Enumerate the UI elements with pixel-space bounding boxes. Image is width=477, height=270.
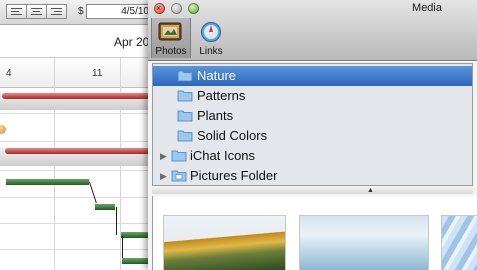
links-tab-button[interactable]: Links: [196, 18, 226, 58]
compass-icon: [201, 22, 221, 42]
source-list: Nature Patterns Plants Solid Colors ▶ iC…: [152, 63, 473, 186]
photos-tab-label: Photos: [155, 46, 187, 57]
source-item-label: Solid Colors: [197, 128, 268, 143]
source-item-nature[interactable]: Nature: [153, 66, 472, 86]
summary-task-bar[interactable]: [2, 93, 150, 99]
align-center-button[interactable]: [26, 4, 47, 19]
currency-symbol: $: [78, 6, 84, 17]
disclosure-triangle-icon[interactable]: ▶: [160, 166, 167, 186]
source-item-label: Nature: [197, 68, 237, 83]
window-titlebar[interactable]: × Media Photos Links: [148, 0, 477, 61]
thumbnail-browser: [152, 196, 477, 270]
summary-task-bar[interactable]: [5, 148, 150, 154]
task-bar[interactable]: [6, 179, 89, 185]
pagoda-photo-thumbnail[interactable]: [164, 216, 285, 270]
ice-photo-thumbnail[interactable]: [442, 216, 477, 270]
source-item-solid-colors[interactable]: Solid Colors: [153, 126, 472, 146]
splitter-grip-icon: ▲: [367, 187, 374, 194]
pane-splitter[interactable]: ▲: [152, 187, 473, 194]
row-divider: [0, 223, 150, 224]
source-item-label: Patterns: [197, 88, 246, 103]
source-item-label: iChat Icons: [190, 148, 256, 163]
day-label: 4: [6, 68, 12, 79]
photos-icon: [158, 22, 182, 41]
links-tab-label: Links: [199, 46, 223, 57]
align-right-button[interactable]: [46, 4, 67, 19]
source-item-patterns[interactable]: Patterns: [153, 86, 472, 106]
source-item-ichat-icons[interactable]: ▶ iChat Icons: [153, 146, 472, 166]
period-label: Apr 20: [114, 35, 150, 49]
disclosure-triangle-icon[interactable]: ▶: [160, 146, 167, 166]
folder-icon: [177, 70, 193, 82]
folder-icon: [177, 110, 193, 122]
media-browser-window: × Media Photos Links Nature Patterns Pla…: [148, 0, 477, 270]
start-date-field[interactable]: 4/5/10: [86, 4, 156, 19]
folder-icon: [171, 150, 187, 162]
day-label: 11: [92, 68, 103, 79]
align-left-button[interactable]: [6, 4, 27, 19]
folder-icon: [177, 130, 193, 142]
source-item-plants[interactable]: Plants: [153, 106, 472, 126]
row-divider: [0, 170, 150, 171]
row-divider: [0, 197, 150, 198]
sky-lake-photo-thumbnail[interactable]: [300, 216, 428, 270]
milestone-marker[interactable]: [0, 125, 6, 134]
source-item-label: Plants: [197, 108, 234, 123]
row-divider: [0, 113, 150, 114]
row-divider: [0, 249, 150, 250]
row-divider: [0, 141, 150, 142]
window-title: Media: [412, 2, 442, 14]
pictures-folder-icon: [171, 170, 187, 182]
task-bar[interactable]: [121, 232, 150, 238]
source-item-label: Pictures Folder: [190, 168, 278, 183]
source-item-pictures-folder[interactable]: ▶ Pictures Folder: [153, 166, 472, 186]
task-bar[interactable]: [95, 204, 115, 210]
task-bar[interactable]: [122, 258, 150, 264]
photos-tab-button[interactable]: Photos: [151, 18, 191, 58]
folder-icon: [177, 90, 193, 102]
